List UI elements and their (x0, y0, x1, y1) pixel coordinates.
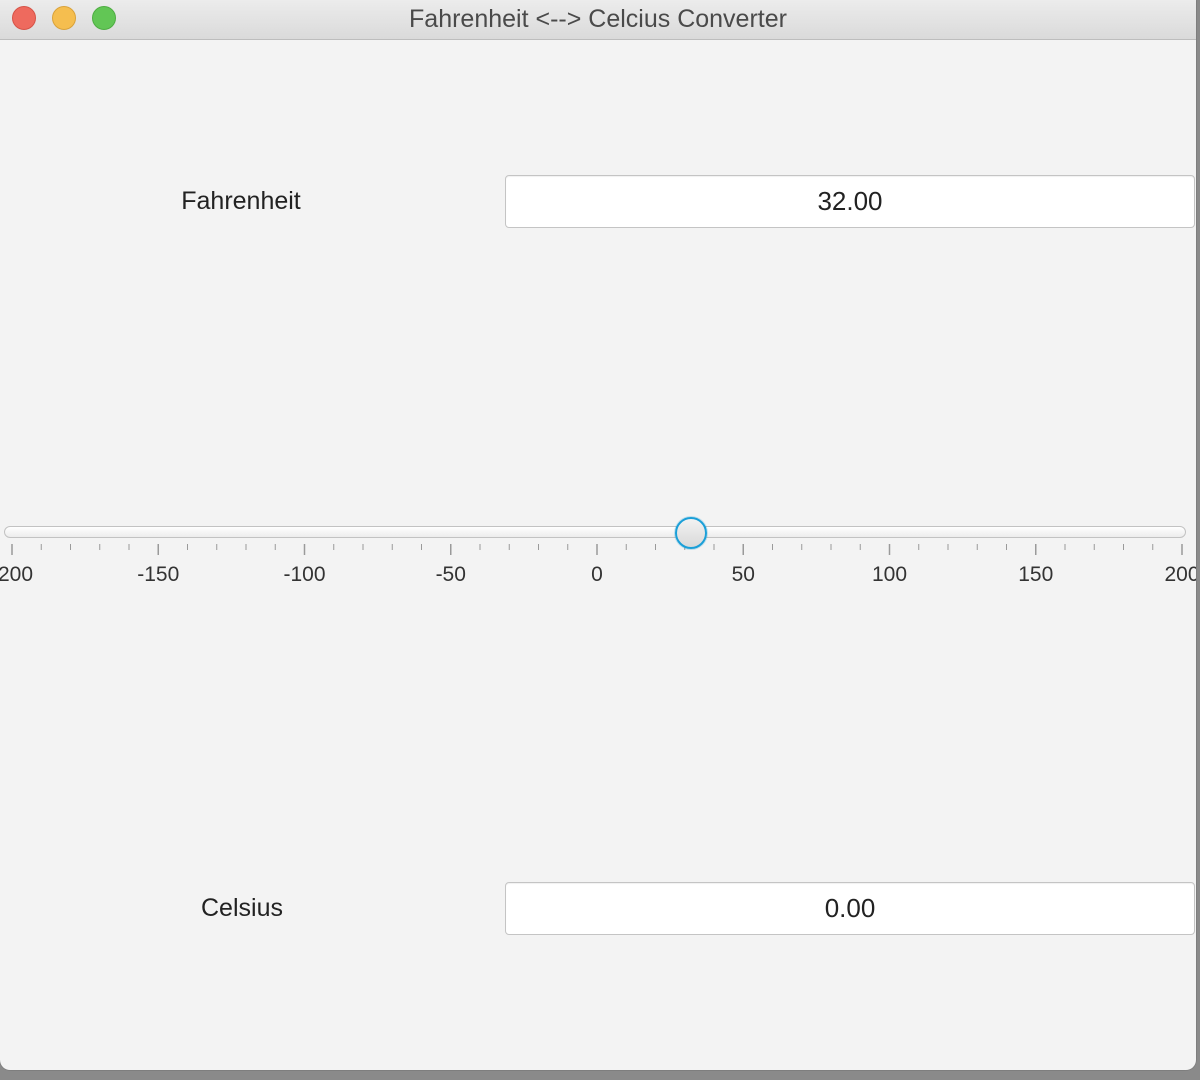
slider-tick-marks: -200 -150 -100 -50 0 50 100 150 200 (0, 544, 1196, 586)
celsius-label: Celsius (201, 894, 283, 922)
fahrenheit-field[interactable]: 32.00 (505, 175, 1195, 228)
title-bar[interactable]: Fahrenheit <--> Celcius Converter (0, 0, 1196, 40)
fahrenheit-label: Fahrenheit (181, 187, 301, 215)
temperature-slider-track[interactable] (4, 526, 1186, 538)
slider-tick-label: 0 (591, 563, 603, 586)
slider-tick-label: -100 (283, 563, 325, 586)
celsius-field[interactable]: 0.00 (505, 882, 1195, 935)
window-title: Fahrenheit <--> Celcius Converter (409, 5, 787, 33)
slider-tick-label: 100 (872, 563, 907, 586)
slider-tick-label: -150 (137, 563, 179, 586)
slider-tick-label: -50 (436, 563, 466, 586)
converter-window: Fahrenheit <--> Celcius Converter Fahren… (0, 0, 1196, 1070)
slider-tick-label: 50 (732, 563, 755, 586)
slider-tick-label: 200 (1164, 563, 1196, 586)
slider-tick-label: 150 (1018, 563, 1053, 586)
temperature-slider-thumb[interactable] (674, 517, 707, 549)
slider-tick-label: -200 (0, 563, 33, 586)
